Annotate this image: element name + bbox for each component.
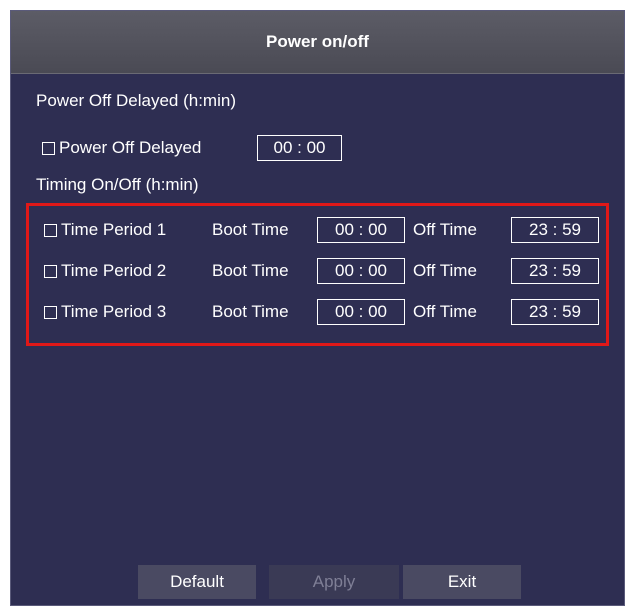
exit-button[interactable]: Exit: [403, 565, 521, 599]
dialog-title: Power on/off: [266, 32, 369, 51]
off-time-label: Off Time: [413, 220, 477, 239]
power-onoff-dialog: Power on/off Power Off Delayed (h:min) P…: [10, 10, 625, 606]
power-off-delayed-section-label: Power Off Delayed (h:min): [36, 91, 236, 110]
time-period-1-checkbox[interactable]: [44, 224, 57, 237]
time-period-1-boot-field[interactable]: 00 : 00: [317, 217, 405, 243]
apply-button[interactable]: Apply: [269, 565, 399, 599]
time-period-2-checkbox[interactable]: [44, 265, 57, 278]
boot-time-label: Boot Time: [212, 261, 289, 280]
time-period-1-label: Time Period 1: [61, 220, 167, 239]
time-period-3-checkbox[interactable]: [44, 306, 57, 319]
time-period-2-off-field[interactable]: 23 : 59: [511, 258, 599, 284]
time-period-3-off-field[interactable]: 23 : 59: [511, 299, 599, 325]
power-off-delayed-checkbox[interactable]: [42, 142, 55, 155]
default-button[interactable]: Default: [138, 565, 256, 599]
timing-section-label: Timing On/Off (h:min): [36, 175, 199, 194]
off-time-label: Off Time: [413, 302, 477, 321]
time-period-2-label: Time Period 2: [61, 261, 167, 280]
power-off-delayed-time-field[interactable]: 00 : 00: [257, 135, 342, 161]
boot-time-label: Boot Time: [212, 220, 289, 239]
off-time-label: Off Time: [413, 261, 477, 280]
time-period-3-boot-field[interactable]: 00 : 00: [317, 299, 405, 325]
time-period-3-label: Time Period 3: [61, 302, 167, 321]
time-period-1-off-field[interactable]: 23 : 59: [511, 217, 599, 243]
time-period-2-boot-field[interactable]: 00 : 00: [317, 258, 405, 284]
power-off-delayed-label: Power Off Delayed: [59, 138, 202, 157]
boot-time-label: Boot Time: [212, 302, 289, 321]
dialog-titlebar: Power on/off: [11, 11, 624, 74]
